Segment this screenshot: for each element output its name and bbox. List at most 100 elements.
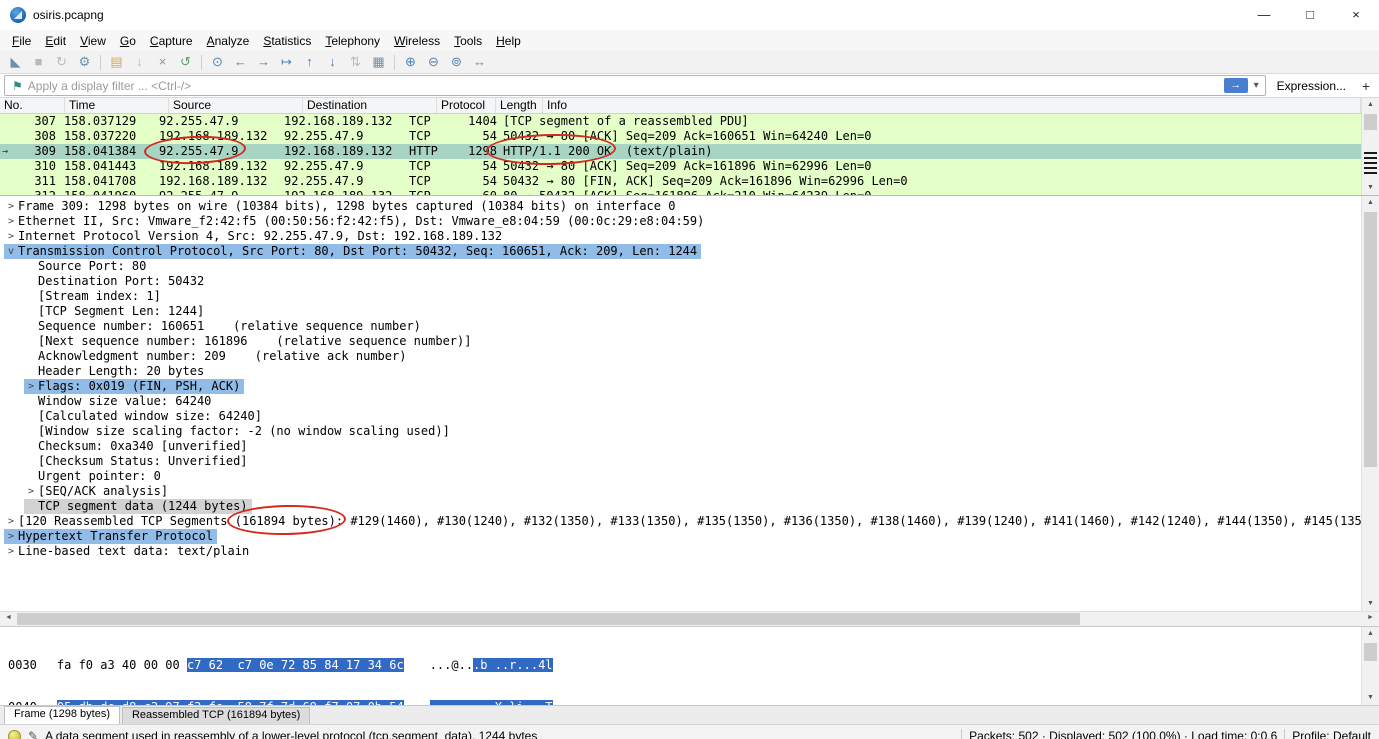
- detail-pane-scrollbar[interactable]: ▲ ▼: [1361, 196, 1379, 611]
- scroll-down-icon[interactable]: ▼: [1362, 597, 1379, 611]
- bytes-pane-scrollbar[interactable]: ▲ ▼: [1361, 627, 1379, 705]
- expander-icon[interactable]: >: [24, 379, 38, 394]
- column-header-source[interactable]: Source: [169, 98, 303, 113]
- packet-list-scrollbar[interactable]: ▲ ▼: [1361, 98, 1379, 195]
- scrollbar-track[interactable]: [1362, 112, 1379, 181]
- menu-go[interactable]: Go: [113, 32, 143, 50]
- menu-analyze[interactable]: Analyze: [200, 32, 257, 50]
- detail-horizontal-scrollbar[interactable]: ◄ ►: [0, 611, 1379, 627]
- packet-row-311[interactable]: 311 158.041708 192.168.189.132 92.255.47.9 T…: [0, 174, 1361, 189]
- go-back-icon[interactable]: ←: [229, 52, 252, 72]
- zoom-in-icon[interactable]: ⊕: [399, 52, 422, 72]
- tab-reassembled-tcp[interactable]: Reassembled TCP (161894 bytes): [121, 707, 311, 724]
- packet-row-307[interactable]: 307 158.037129 92.255.47.9 192.168.189.132 T…: [0, 114, 1361, 129]
- scroll-down-icon[interactable]: ▼: [1362, 181, 1379, 195]
- detail-line-reassembled-segments[interactable]: > [120 Reassembled TCP Segments (161894 b…: [4, 514, 1361, 529]
- detail-line-seq-ack-analysis[interactable]: > [SEQ/ACK analysis]: [24, 484, 172, 499]
- scroll-up-icon[interactable]: ▲: [1362, 98, 1379, 112]
- profile-text[interactable]: Profile: Default: [1292, 729, 1371, 739]
- menu-telephony[interactable]: Telephony: [318, 32, 387, 50]
- auto-scroll-icon[interactable]: ⇅: [344, 52, 367, 72]
- packet-row-310[interactable]: 310 158.041443 192.168.189.132 92.255.47.9 T…: [0, 159, 1361, 174]
- menu-wireless[interactable]: Wireless: [387, 32, 447, 50]
- go-last-icon[interactable]: ↓: [321, 52, 344, 72]
- detail-line-dst-port[interactable]: Destination Port: 50432: [24, 274, 208, 289]
- close-file-icon[interactable]: ×: [151, 52, 174, 72]
- capture-options-icon[interactable]: ⚙: [73, 52, 96, 72]
- detail-line-tcp-segment-data[interactable]: TCP segment data (1244 bytes): [24, 499, 252, 514]
- resize-columns-icon[interactable]: ↔: [468, 52, 491, 72]
- go-to-packet-icon[interactable]: ↦: [275, 52, 298, 72]
- display-filter-input[interactable]: ⚑ Apply a display filter ... <Ctrl-/> → …: [4, 75, 1266, 96]
- expander-icon[interactable]: >: [4, 214, 18, 229]
- hex-bytes-selected[interactable]: c7 62 c7 0e 72 85 84 17 34 6c: [186, 658, 404, 672]
- menu-capture[interactable]: Capture: [143, 32, 200, 50]
- menu-file[interactable]: File: [5, 32, 38, 50]
- maximize-button[interactable]: □: [1287, 0, 1333, 30]
- hex-row[interactable]: 0030 fa f0 a3 40 00 00 c7 62 c7 0e 72 85 …: [8, 658, 1361, 672]
- menu-view[interactable]: View: [73, 32, 113, 50]
- hex-dump[interactable]: 0030 fa f0 a3 40 00 00 c7 62 c7 0e 72 85 …: [0, 627, 1361, 705]
- stop-capture-icon[interactable]: ■: [27, 52, 50, 72]
- detail-line-checksum-status[interactable]: [Checksum Status: Unverified]: [24, 454, 252, 469]
- packet-row-312[interactable]: 312158.04196092.255.47.9192.168.189.132T…: [0, 189, 1361, 195]
- zoom-reset-icon[interactable]: ⊚: [445, 52, 468, 72]
- scrollbar-track[interactable]: [1362, 641, 1379, 691]
- detail-line-http[interactable]: > Hypertext Transfer Protocol: [4, 529, 218, 544]
- detail-line-window-scaling[interactable]: [Window size scaling factor: -2 (no wind…: [24, 424, 454, 439]
- close-button[interactable]: ×: [1333, 0, 1379, 30]
- detail-line-flags[interactable]: > Flags: 0x019 (FIN, PSH, ACK): [24, 379, 245, 394]
- restart-capture-icon[interactable]: ↻: [50, 52, 73, 72]
- detail-line-calc-window[interactable]: [Calculated window size: 64240]: [24, 409, 266, 424]
- zoom-out-icon[interactable]: ⊖: [422, 52, 445, 72]
- detail-line-seq-number[interactable]: Sequence number: 160651 (relative sequen…: [24, 319, 425, 334]
- scrollbar-thumb[interactable]: [1364, 114, 1377, 130]
- go-forward-icon[interactable]: →: [252, 52, 275, 72]
- column-header-protocol[interactable]: Protocol: [437, 98, 496, 113]
- expander-icon[interactable]: >: [4, 229, 18, 244]
- ascii-text[interactable]: ...@..: [430, 658, 473, 672]
- hex-bytes[interactable]: fa f0 a3 40 00 00: [57, 658, 187, 672]
- scrollbar-track[interactable]: [17, 612, 1362, 626]
- tab-frame[interactable]: Frame (1298 bytes): [4, 706, 120, 724]
- scroll-right-icon[interactable]: ►: [1362, 612, 1379, 626]
- expander-icon[interactable]: >: [4, 514, 18, 529]
- scrollbar-thumb[interactable]: [17, 613, 1080, 625]
- scroll-up-icon[interactable]: ▲: [1362, 627, 1379, 641]
- reload-file-icon[interactable]: ↺: [174, 52, 197, 72]
- detail-line-window-size[interactable]: Window size value: 64240: [24, 394, 215, 409]
- menu-edit[interactable]: Edit: [38, 32, 73, 50]
- start-capture-icon[interactable]: ◣: [4, 52, 27, 72]
- detail-line-segment-len[interactable]: [TCP Segment Len: 1244]: [24, 304, 208, 319]
- menu-help[interactable]: Help: [489, 32, 528, 50]
- expander-icon[interactable]: >: [24, 484, 38, 499]
- detail-line-header-length[interactable]: Header Length: 20 bytes: [24, 364, 208, 379]
- packet-row-308[interactable]: 308 158.037220 192.168.189.132 92.255.47.9 T…: [0, 129, 1361, 144]
- column-header-no[interactable]: No.: [0, 98, 65, 113]
- detail-line-next-seq[interactable]: [Next sequence number: 161896 (relative …: [24, 334, 475, 349]
- column-header-time[interactable]: Time: [65, 98, 169, 113]
- filter-add-button[interactable]: +: [1357, 78, 1375, 94]
- column-header-destination[interactable]: Destination: [303, 98, 437, 113]
- scroll-left-icon[interactable]: ◄: [0, 612, 17, 626]
- menu-statistics[interactable]: Statistics: [256, 32, 318, 50]
- expander-icon[interactable]: >: [4, 199, 18, 214]
- minimize-button[interactable]: —: [1241, 0, 1287, 30]
- detail-line-checksum[interactable]: Checksum: 0xa340 [unverified]: [24, 439, 252, 454]
- expression-button[interactable]: Expression...: [1271, 79, 1352, 93]
- expander-icon[interactable]: >: [4, 544, 18, 559]
- scroll-up-icon[interactable]: ▲: [1362, 196, 1379, 210]
- detail-line-line-based-text[interactable]: > Line-based text data: text/plain: [4, 544, 253, 559]
- expander-icon[interactable]: >: [4, 529, 18, 544]
- colorize-icon[interactable]: ▦: [367, 52, 390, 72]
- menu-tools[interactable]: Tools: [447, 32, 489, 50]
- detail-line-stream-index[interactable]: [Stream index: 1]: [24, 289, 165, 304]
- detail-line-frame[interactable]: > Frame 309: 1298 bytes on wire (10384 bi…: [4, 199, 679, 214]
- detail-line-ip[interactable]: > Internet Protocol Version 4, Src: 92.25…: [4, 229, 506, 244]
- detail-line-src-port[interactable]: Source Port: 80: [24, 259, 150, 274]
- filter-apply-button[interactable]: →: [1223, 78, 1248, 93]
- filter-history-caret-icon[interactable]: ▾: [1250, 80, 1263, 91]
- packet-row-309-selected[interactable]: → 309 158.041384 92.255.47.9 192.168.189.132…: [0, 144, 1361, 159]
- column-header-info[interactable]: Info: [543, 98, 1361, 113]
- scrollbar-thumb[interactable]: [1364, 643, 1377, 661]
